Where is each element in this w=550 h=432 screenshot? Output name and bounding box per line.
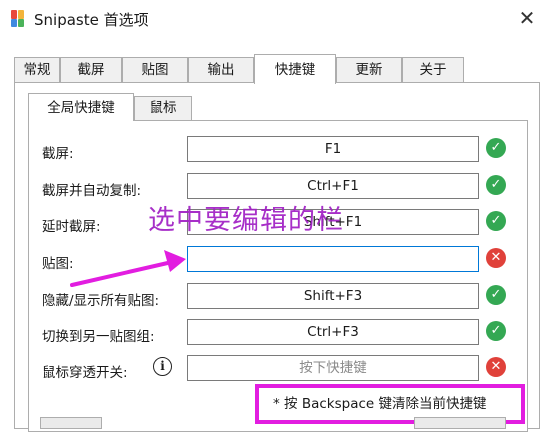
bottom-button[interactable] [414,417,506,429]
backspace-hint: * 按 Backspace 键清除当前快捷键 [273,396,487,412]
tab-shortcuts[interactable]: 快捷键 [254,54,336,84]
subtab-global-shortcuts[interactable]: 全局快捷键 [28,93,134,121]
bottom-button[interactable] [40,417,102,429]
